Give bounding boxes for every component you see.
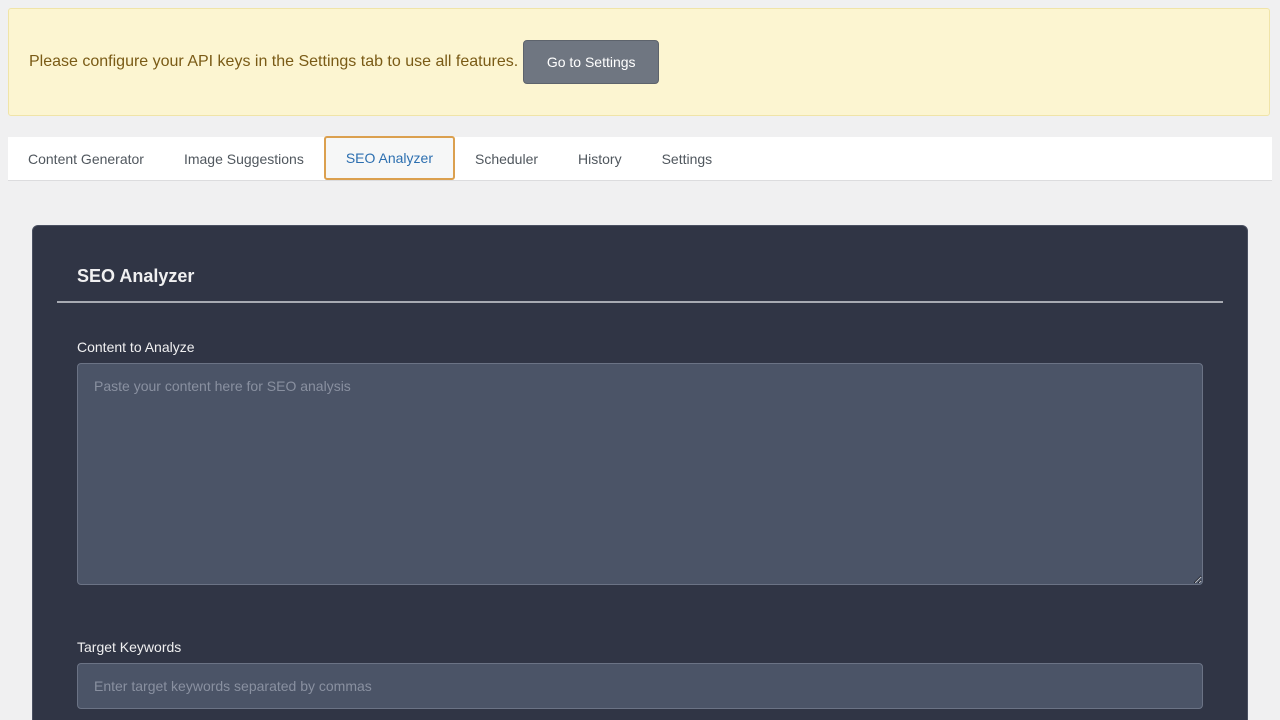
- go-to-settings-button[interactable]: Go to Settings: [523, 40, 660, 84]
- page: Please configure your API keys in the Se…: [0, 0, 1280, 720]
- panel-title: SEO Analyzer: [77, 266, 195, 286]
- title-divider: [57, 301, 1223, 303]
- keywords-input[interactable]: [77, 663, 1203, 709]
- tab-seo-analyzer[interactable]: SEO Analyzer: [323, 136, 455, 180]
- tab-settings[interactable]: Settings: [642, 137, 733, 180]
- tab-image-suggestions[interactable]: Image Suggestions: [164, 137, 324, 180]
- content-label: Content to Analyze: [77, 339, 195, 355]
- tab-history[interactable]: History: [558, 137, 642, 180]
- tab-scheduler[interactable]: Scheduler: [455, 137, 558, 180]
- content-textarea[interactable]: [77, 363, 1203, 585]
- keywords-label: Target Keywords: [77, 639, 182, 655]
- tab-content-generator[interactable]: Content Generator: [8, 137, 164, 180]
- tab-bar: Content Generator Image Suggestions SEO …: [8, 136, 1272, 181]
- seo-analyzer-panel: SEO Analyzer Content to Analyze Target K…: [32, 225, 1248, 720]
- api-keys-notice: Please configure your API keys in the Se…: [8, 8, 1270, 116]
- notice-message: Please configure your API keys in the Se…: [29, 53, 519, 70]
